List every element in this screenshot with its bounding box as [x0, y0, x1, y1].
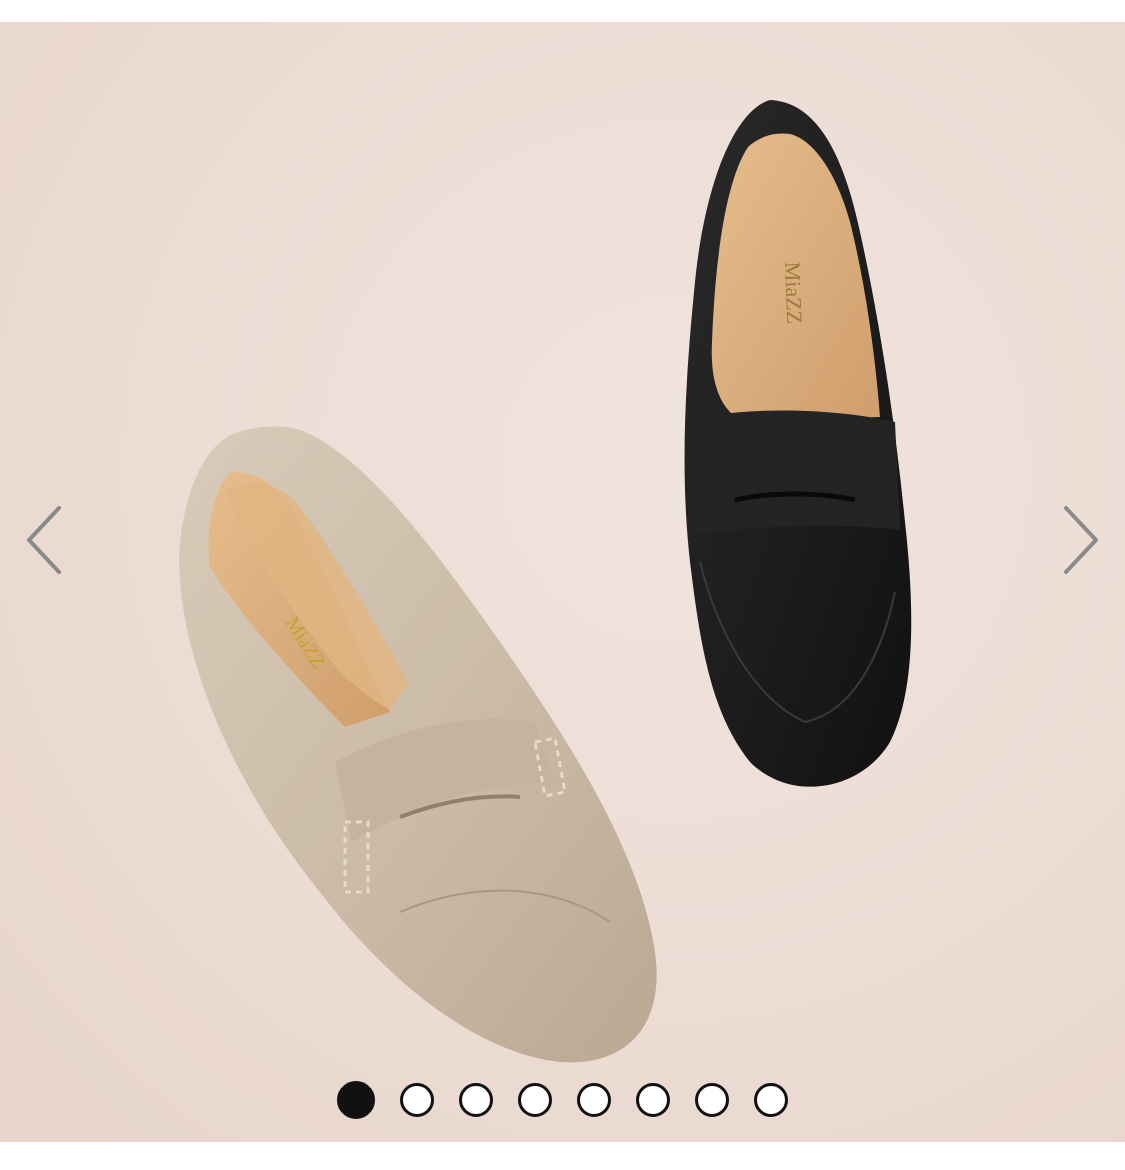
next-image-button[interactable]	[1050, 500, 1110, 580]
pagination-dot-3[interactable]	[459, 1083, 493, 1117]
black-loafer: MiaZZ	[684, 100, 912, 787]
pagination-dot-7[interactable]	[695, 1083, 729, 1117]
pagination-dot-6[interactable]	[636, 1083, 670, 1117]
pagination-dot-4[interactable]	[518, 1083, 552, 1117]
previous-image-button[interactable]	[15, 500, 75, 580]
product-image: MiaZZ MiaZZ	[0, 22, 1125, 1142]
pagination-dot-8[interactable]	[754, 1083, 788, 1117]
chevron-left-icon	[27, 506, 61, 574]
pagination-dot-2[interactable]	[400, 1083, 434, 1117]
pagination-dot-1[interactable]	[337, 1081, 375, 1119]
product-image-carousel[interactable]: MiaZZ MiaZZ	[0, 0, 1125, 1170]
beige-loafer: MiaZZ	[179, 426, 657, 1063]
pagination-dot-5[interactable]	[577, 1083, 611, 1117]
insole-brand-2: MiaZZ	[780, 261, 807, 324]
loafers-photo: MiaZZ MiaZZ	[179, 100, 912, 1063]
carousel-pagination	[0, 1078, 1125, 1122]
chevron-right-icon	[1064, 506, 1098, 574]
